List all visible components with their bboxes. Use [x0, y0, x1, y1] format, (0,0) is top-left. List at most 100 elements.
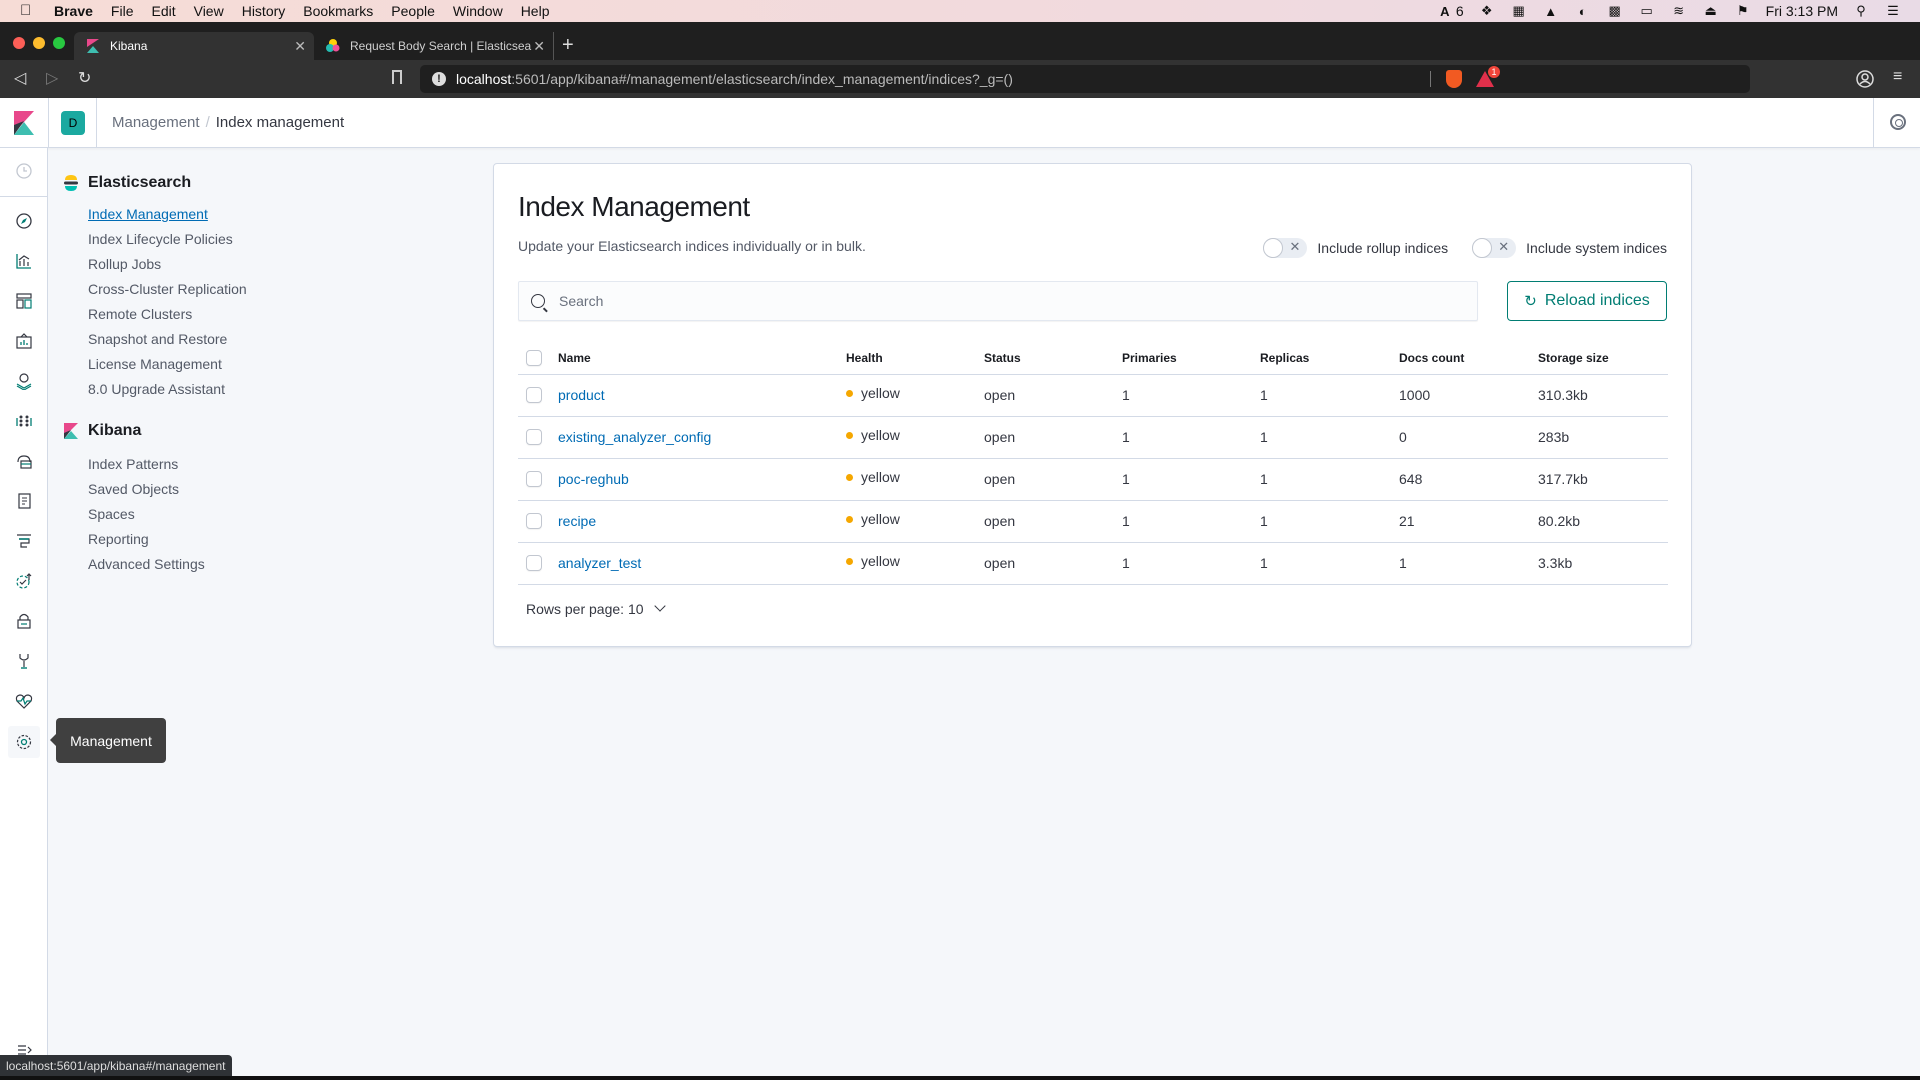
column-header-status[interactable]: Status — [984, 342, 1122, 375]
sidebar-item-rollup-jobs[interactable]: Rollup Jobs — [88, 252, 247, 277]
sidebar-item-upgrade-assistant[interactable]: 8.0 Upgrade Assistant — [88, 377, 247, 402]
incognito-icon[interactable]: ▲ — [1542, 4, 1560, 19]
index-name-link[interactable]: product — [558, 387, 605, 403]
index-management-panel: Index Management Update your Elasticsear… — [493, 163, 1692, 647]
index-name-link[interactable]: existing_analyzer_config — [558, 429, 711, 445]
brave-shields-icon[interactable] — [1446, 70, 1462, 88]
spotlight-icon[interactable]: ⚲ — [1852, 3, 1870, 18]
toggle-off-icon: ✕ — [1289, 239, 1301, 254]
sidebar-item-cross-cluster-replication[interactable]: Cross-Cluster Replication — [88, 277, 247, 302]
include-system-toggle[interactable]: ✕ — [1472, 238, 1517, 258]
search-input[interactable] — [559, 293, 1439, 309]
row-checkbox[interactable] — [526, 555, 542, 571]
menu-bookmarks[interactable]: Bookmarks — [303, 3, 373, 19]
forward-icon[interactable]: ▷ — [46, 68, 58, 88]
tab-request-body-search[interactable]: Request Body Search | Elasticsea ✕ — [318, 32, 554, 60]
select-all-checkbox[interactable] — [526, 349, 542, 366]
minimize-window-button[interactable] — [33, 37, 45, 49]
menu-window[interactable]: Window — [453, 3, 503, 19]
help-icon[interactable] — [1890, 114, 1906, 130]
rows-per-page-button[interactable]: Rows per page: 10 — [526, 600, 666, 617]
menu-edit[interactable]: Edit — [151, 3, 175, 19]
logs-icon[interactable] — [14, 491, 34, 511]
maps-icon[interactable] — [14, 371, 34, 391]
row-checkbox[interactable] — [526, 429, 542, 445]
browser-menu-icon[interactable]: ≡ — [1893, 68, 1902, 86]
column-header-docs-count[interactable]: Docs count — [1399, 342, 1538, 375]
sidebar-item-index-lifecycle-policies[interactable]: Index Lifecycle Policies — [88, 227, 247, 252]
breadcrumb-management[interactable]: Management — [112, 114, 200, 131]
eject-icon[interactable]: ⏏ — [1702, 3, 1720, 18]
reload-icon[interactable]: ↻ — [78, 68, 91, 88]
dashboard-icon[interactable] — [14, 291, 34, 311]
row-checkbox[interactable] — [526, 387, 542, 403]
canvas-icon[interactable] — [14, 331, 34, 351]
menu-help[interactable]: Help — [521, 3, 550, 19]
sidebar-item-snapshot-and-restore[interactable]: Snapshot and Restore — [88, 327, 247, 352]
maximize-window-button[interactable] — [53, 37, 65, 49]
management-icon[interactable] — [8, 726, 40, 758]
sidebar-item-license-management[interactable]: License Management — [88, 352, 247, 377]
menu-people[interactable]: People — [391, 3, 435, 19]
kibana-logo-icon[interactable] — [14, 111, 34, 135]
sidebar-item-reporting[interactable]: Reporting — [88, 527, 205, 552]
bookmark-icon[interactable] — [392, 70, 402, 84]
infrastructure-icon[interactable] — [14, 451, 34, 471]
include-rollup-label[interactable]: Include rollup indices — [1317, 240, 1448, 256]
password-icon[interactable]: ▩ — [1606, 3, 1624, 18]
column-header-replicas[interactable]: Replicas — [1260, 342, 1399, 375]
column-header-name[interactable]: Name — [558, 342, 846, 375]
sidebar-item-saved-objects[interactable]: Saved Objects — [88, 477, 205, 502]
circle-icon[interactable]: ◐ — [1574, 4, 1592, 19]
reload-indices-button[interactable]: ↻ Reload indices — [1507, 281, 1667, 321]
visualize-icon[interactable] — [14, 251, 34, 271]
monitoring-icon[interactable] — [14, 691, 34, 711]
space-avatar[interactable]: D — [61, 111, 85, 135]
airplay-icon[interactable]: ▭ — [1638, 3, 1656, 18]
profile-icon[interactable] — [1856, 70, 1874, 88]
close-tab-icon[interactable]: ✕ — [294, 38, 306, 55]
row-checkbox[interactable] — [526, 513, 542, 529]
menu-history[interactable]: History — [242, 3, 286, 19]
wifi-icon[interactable]: ≋ — [1670, 3, 1688, 18]
sidebar-item-index-management[interactable]: Index Management — [88, 202, 247, 227]
clock[interactable]: Fri 3:13 PM — [1766, 3, 1838, 19]
apm-icon[interactable] — [14, 531, 34, 551]
sidebar-item-advanced-settings[interactable]: Advanced Settings — [88, 552, 205, 577]
back-icon[interactable]: ◁ — [14, 68, 26, 88]
apple-menu-icon[interactable]:  — [20, 3, 36, 19]
ml-icon[interactable] — [14, 411, 34, 431]
site-info-icon[interactable]: ! — [432, 72, 446, 86]
uptime-icon[interactable] — [14, 571, 34, 591]
index-name-link[interactable]: analyzer_test — [558, 555, 641, 571]
sidebar-item-index-patterns[interactable]: Index Patterns — [88, 452, 205, 477]
index-name-link[interactable]: poc-reghub — [558, 471, 629, 487]
adobe-icon[interactable]: A — [1436, 4, 1454, 19]
column-header-health[interactable]: Health — [846, 342, 984, 375]
new-tab-button[interactable]: + — [562, 34, 574, 57]
column-header-storage-size[interactable]: Storage size — [1538, 342, 1668, 375]
index-name-link[interactable]: recipe — [558, 513, 596, 529]
close-tab-icon[interactable]: ✕ — [533, 38, 545, 55]
menu-file[interactable]: File — [111, 3, 134, 19]
column-header-primaries[interactable]: Primaries — [1122, 342, 1260, 375]
primaries-value: 1 — [1122, 458, 1260, 501]
flag-us-icon[interactable]: ⚑ — [1734, 3, 1752, 18]
sidebar-item-remote-clusters[interactable]: Remote Clusters — [88, 302, 247, 327]
sidebar-item-spaces[interactable]: Spaces — [88, 502, 205, 527]
recently-viewed-icon[interactable] — [14, 161, 34, 181]
row-checkbox[interactable] — [526, 471, 542, 487]
dev-tools-icon[interactable] — [14, 651, 34, 671]
address-bar[interactable]: ! localhost :5601/app/kibana#/management… — [420, 65, 1750, 93]
discover-icon[interactable] — [14, 211, 34, 231]
siem-icon[interactable] — [14, 611, 34, 631]
window-manager-icon[interactable]: ▦ — [1510, 3, 1528, 18]
close-window-button[interactable] — [13, 37, 25, 49]
menu-app-name[interactable]: Brave — [54, 3, 93, 19]
tab-kibana[interactable]: Kibana ✕ — [74, 32, 314, 60]
notification-center-icon[interactable]: ☰ — [1884, 3, 1902, 18]
include-rollup-toggle[interactable]: ✕ — [1263, 238, 1308, 258]
include-system-label[interactable]: Include system indices — [1526, 240, 1667, 256]
dropbox-icon[interactable]: ❖ — [1478, 3, 1496, 18]
menu-view[interactable]: View — [194, 3, 224, 19]
